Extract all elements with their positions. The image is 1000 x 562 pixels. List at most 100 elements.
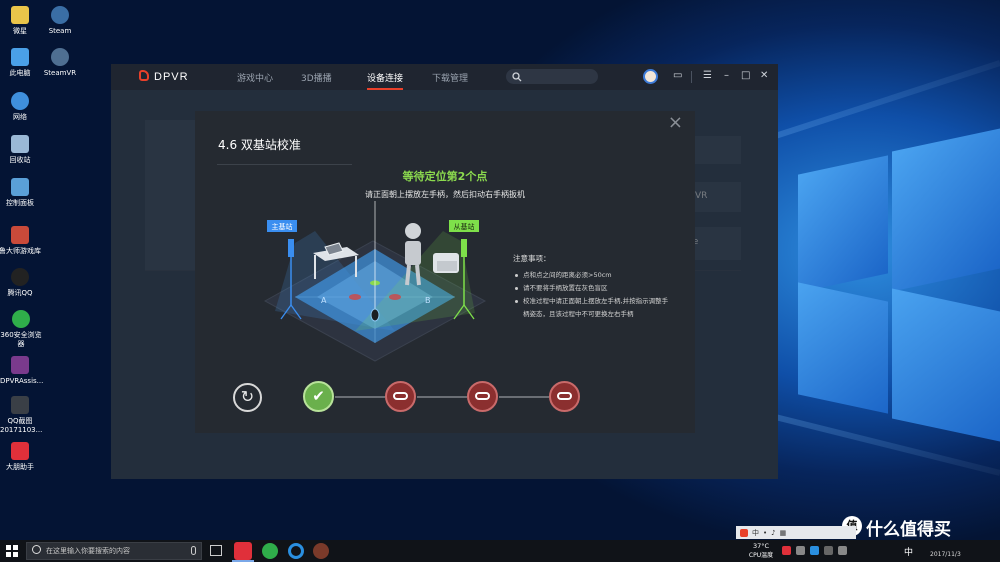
calibration-scene-illustration: 主基站 从基站 A B xyxy=(263,201,487,362)
user-figure-body xyxy=(405,241,421,265)
step-2-pending xyxy=(385,381,416,412)
desktop-icon-control-panel[interactable]: 控制面板 xyxy=(0,178,40,208)
network-icon xyxy=(11,92,29,110)
note-item: 校准过程中请正面朝上摆放左手柄,并按指示调整手柄姿态，且该过程中不可更换左右手柄 xyxy=(513,295,673,321)
tray-app-icon[interactable] xyxy=(838,546,847,555)
divider xyxy=(217,164,352,165)
step-connector xyxy=(335,396,385,398)
step-3-pending xyxy=(467,381,498,412)
steamvr-icon xyxy=(51,48,69,66)
controller-marker xyxy=(370,308,380,322)
desktop-icon-ludashi[interactable]: 鲁大师游戏库 xyxy=(0,226,44,256)
desktop-icon-dapeng-assistant[interactable]: 大朋助手 xyxy=(0,442,40,472)
retry-button[interactable]: ↻ xyxy=(233,383,262,412)
tab-3d-player[interactable]: 3D播播 xyxy=(301,71,332,84)
refresh-icon: ↻ xyxy=(240,387,255,406)
archive-icon xyxy=(11,356,29,374)
zone-a-label: A xyxy=(321,296,327,305)
tray-app-icon[interactable] xyxy=(782,546,791,555)
tab-game-center[interactable]: 游戏中心 xyxy=(237,71,273,84)
tray-app-icon[interactable] xyxy=(796,546,805,555)
blind-zone-marker xyxy=(389,294,401,300)
watermark-text: 什么值得买 xyxy=(866,520,951,540)
slave-base-station xyxy=(461,239,467,257)
ie-taskbar-icon[interactable] xyxy=(288,543,304,559)
steam-icon xyxy=(51,6,69,24)
windows-logo-pane xyxy=(892,128,1000,292)
master-base-station xyxy=(288,239,294,257)
close-icon[interactable]: × xyxy=(668,114,683,132)
search-icon xyxy=(512,72,522,82)
ime-keyboard-icon: ▦ xyxy=(779,528,787,537)
calibration-dialog: 4.6 双基站校准 × 等待定位第2个点 请正面朝上摆放左手柄，然后扣动右手柄扳… xyxy=(195,111,695,433)
desktop-icon-steam[interactable]: Steam xyxy=(40,6,80,36)
tray-lang[interactable]: 中 xyxy=(904,545,913,558)
app-taskbar-icon[interactable] xyxy=(313,543,329,559)
step-connector xyxy=(417,396,467,398)
tab-device-connect[interactable]: 设备连接 xyxy=(367,71,404,90)
desktop-icon-steamvr[interactable]: SteamVR xyxy=(40,48,80,78)
avatar[interactable] xyxy=(643,69,658,84)
task-view-icon[interactable] xyxy=(210,545,222,556)
ime-mic-icon: ♪ xyxy=(771,528,776,537)
notes-panel: 注意事项： 点和点之间的距离必须>50cm 请不要将手柄放置在灰色盲区 校准过程… xyxy=(513,253,673,321)
step-4-pending xyxy=(549,381,580,412)
tab-download-manager[interactable]: 下载管理 xyxy=(432,71,468,84)
folder-icon[interactable]: ▭ xyxy=(673,70,682,82)
image-file-icon xyxy=(11,396,29,414)
ime-toolbar[interactable]: 中 • ♪ ▦ xyxy=(736,526,856,539)
cpu-temp-widget[interactable]: 37°C CPU温度 xyxy=(744,542,778,560)
step-1-done: ✔ xyxy=(303,381,334,412)
desktop-icon-qq-screenshot[interactable]: QQ截图 20171103... xyxy=(0,396,42,435)
checkmark-icon: ✔ xyxy=(312,387,325,405)
taskbar-search-box[interactable]: 在这里输入你要搜索的内容 xyxy=(26,542,202,560)
tray-app-icon[interactable] xyxy=(810,546,819,555)
blind-zone-marker xyxy=(349,294,361,300)
game-library-icon xyxy=(11,226,29,244)
minimize-icon[interactable]: – xyxy=(724,70,729,82)
note-item: 点和点之间的距离必须>50cm xyxy=(513,269,673,282)
ime-dot-icon: • xyxy=(763,528,768,537)
tray-app-icon[interactable] xyxy=(824,546,833,555)
controller-icon xyxy=(393,392,408,400)
dpvr-taskbar-icon[interactable] xyxy=(234,542,252,560)
close-icon[interactable]: ✕ xyxy=(760,70,768,82)
desktop-icon-qq[interactable]: 腾讯QQ xyxy=(0,268,40,298)
dpvr-logo-icon xyxy=(139,70,149,81)
app-logo: DPVR xyxy=(139,70,189,83)
desktop-icon-recycle-bin[interactable]: 回收站 xyxy=(0,135,40,165)
browser-taskbar-icon[interactable] xyxy=(262,543,278,559)
slave-label: 从基站 xyxy=(454,222,475,231)
menu-icon[interactable]: ☰ xyxy=(703,70,712,82)
desktop-icon-360-browser[interactable]: 360安全浏览器 xyxy=(0,310,42,349)
taskbar: 在这里输入你要搜索的内容 中 • ♪ ▦ 37°C CPU温度 中 2017/1… xyxy=(0,526,1000,562)
control-panel-icon xyxy=(11,178,29,196)
maximize-icon[interactable]: □ xyxy=(741,70,750,82)
browser-icon xyxy=(12,310,30,328)
step-connector xyxy=(499,396,549,398)
desktop-icon-this-pc[interactable]: 此电脑 xyxy=(0,48,40,78)
divider xyxy=(691,71,692,83)
cpu-temp-label: CPU温度 xyxy=(748,552,774,559)
dialog-title: 4.6 双基站校准 xyxy=(218,138,301,152)
desktop-icon-network[interactable]: 网络 xyxy=(0,92,40,122)
instruction-text: 请正面朝上摆放左手柄，然后扣动右手柄扳机 xyxy=(365,190,525,199)
app-titlebar: DPVR 游戏中心 3D播播 设备连接 下载管理 ▭ ☰ – □ ✕ xyxy=(111,64,778,90)
cpu-temp-value: 37°C xyxy=(752,542,770,550)
master-label: 主基站 xyxy=(272,222,293,231)
windows-logo-pane xyxy=(798,155,888,293)
desktop-icon-dpvr-assistant[interactable]: DPVRAssis... xyxy=(0,356,43,386)
windows-start-icon[interactable] xyxy=(6,545,18,557)
microphone-icon[interactable] xyxy=(191,546,196,555)
tray-date[interactable]: 2017/11/3 xyxy=(930,551,961,558)
ime-logo-icon xyxy=(740,528,748,537)
search-input[interactable] xyxy=(506,69,598,84)
computer-icon xyxy=(11,48,29,66)
windows-logo-pane xyxy=(892,288,1000,442)
zone-b-label: B xyxy=(425,296,431,305)
qq-icon xyxy=(11,268,29,286)
notes-title: 注意事项： xyxy=(513,254,551,263)
ime-lang: 中 xyxy=(752,528,759,537)
controller-icon xyxy=(475,392,490,400)
desktop-icon-msi[interactable]: 微星 xyxy=(0,6,40,36)
